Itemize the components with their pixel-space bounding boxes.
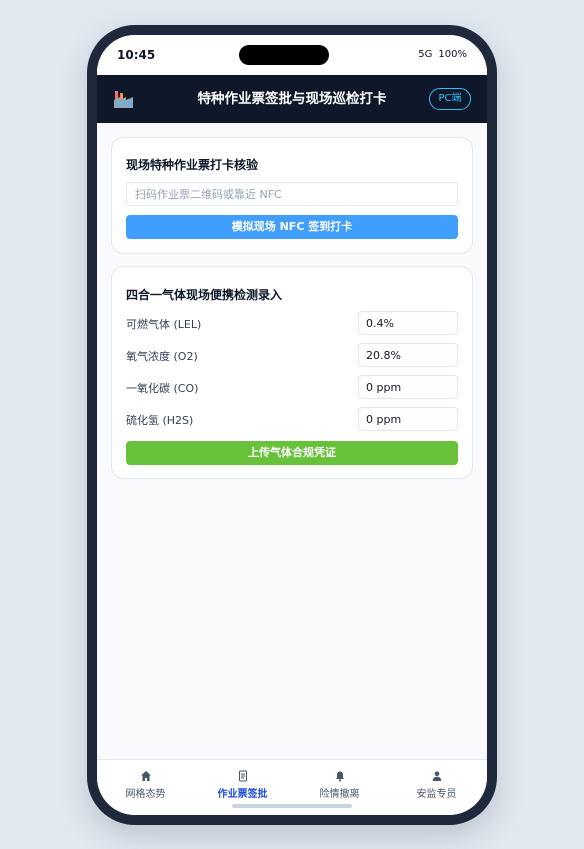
gas-detection-card: 四合一气体现场便携检测录入 可燃气体 (LEL) 氧气浓度 (O2) 一氧化碳 … [111, 266, 473, 479]
tab-label: 网格态势 [125, 789, 166, 800]
lel-input[interactable] [358, 311, 458, 335]
dynamic-island [239, 45, 329, 65]
phone-screen: 10:45 5G 100% 特种作业票签批与现场巡检打卡 PC端 现场特种作业票打… [97, 35, 487, 815]
phone-frame: 10:45 5G 100% 特种作业票签批与现场巡检打卡 PC端 现场特种作业票打… [87, 25, 497, 825]
tab-label: 作业票签批 [217, 789, 268, 800]
document-icon [238, 770, 247, 782]
bell-icon [335, 771, 344, 782]
home-icon [140, 771, 151, 781]
home-indicator [232, 804, 352, 808]
scan-input[interactable] [126, 182, 458, 206]
pc-mode-button[interactable]: PC端 [429, 88, 471, 110]
app-header: 特种作业票签批与现场巡检打卡 PC端 [97, 75, 487, 123]
main-content: 现场特种作业票打卡核验 模拟现场 NFC 签到打卡 四合一气体现场便携检测录入 … [97, 123, 487, 759]
gas-label-h2s: 硫化氢 (H2S) [126, 414, 194, 427]
tab-hazard-evacuation[interactable]: 险情撤离 [291, 768, 388, 802]
gas-label-lel: 可燃气体 (LEL) [126, 318, 202, 331]
status-bar: 10:45 5G 100% [97, 35, 487, 75]
tab-grid-situation[interactable]: 网格态势 [97, 768, 194, 802]
tab-work-permit[interactable]: 作业票签批 [194, 768, 291, 802]
gas-label-co: 一氧化碳 (CO) [126, 382, 199, 395]
h2s-input[interactable] [358, 407, 458, 431]
status-time: 10:45 [117, 48, 156, 62]
checkin-card-title: 现场特种作业票打卡核验 [126, 158, 259, 172]
battery-indicator: 100% [438, 49, 467, 60]
gas-row-o2: 氧气浓度 (O2) [126, 343, 458, 367]
o2-input[interactable] [358, 343, 458, 367]
user-icon [432, 771, 441, 781]
tab-label: 险情撤离 [319, 789, 360, 800]
co-input[interactable] [358, 375, 458, 399]
network-indicator: 5G [418, 49, 433, 60]
checkin-card: 现场特种作业票打卡核验 模拟现场 NFC 签到打卡 [111, 137, 473, 254]
gas-card-title: 四合一气体现场便携检测录入 [126, 288, 283, 302]
tab-label: 安监专员 [416, 789, 457, 800]
gas-row-lel: 可燃气体 (LEL) [126, 311, 458, 335]
gas-row-co: 一氧化碳 (CO) [126, 375, 458, 399]
status-indicators: 5G 100% [418, 49, 467, 60]
upload-gas-button[interactable]: 上传气体合规凭证 [126, 441, 458, 465]
gas-row-h2s: 硫化氢 (H2S) [126, 407, 458, 431]
gas-label-o2: 氧气浓度 (O2) [126, 350, 198, 363]
nfc-checkin-button[interactable]: 模拟现场 NFC 签到打卡 [126, 215, 458, 239]
tab-safety-officer[interactable]: 安监专员 [388, 768, 485, 802]
